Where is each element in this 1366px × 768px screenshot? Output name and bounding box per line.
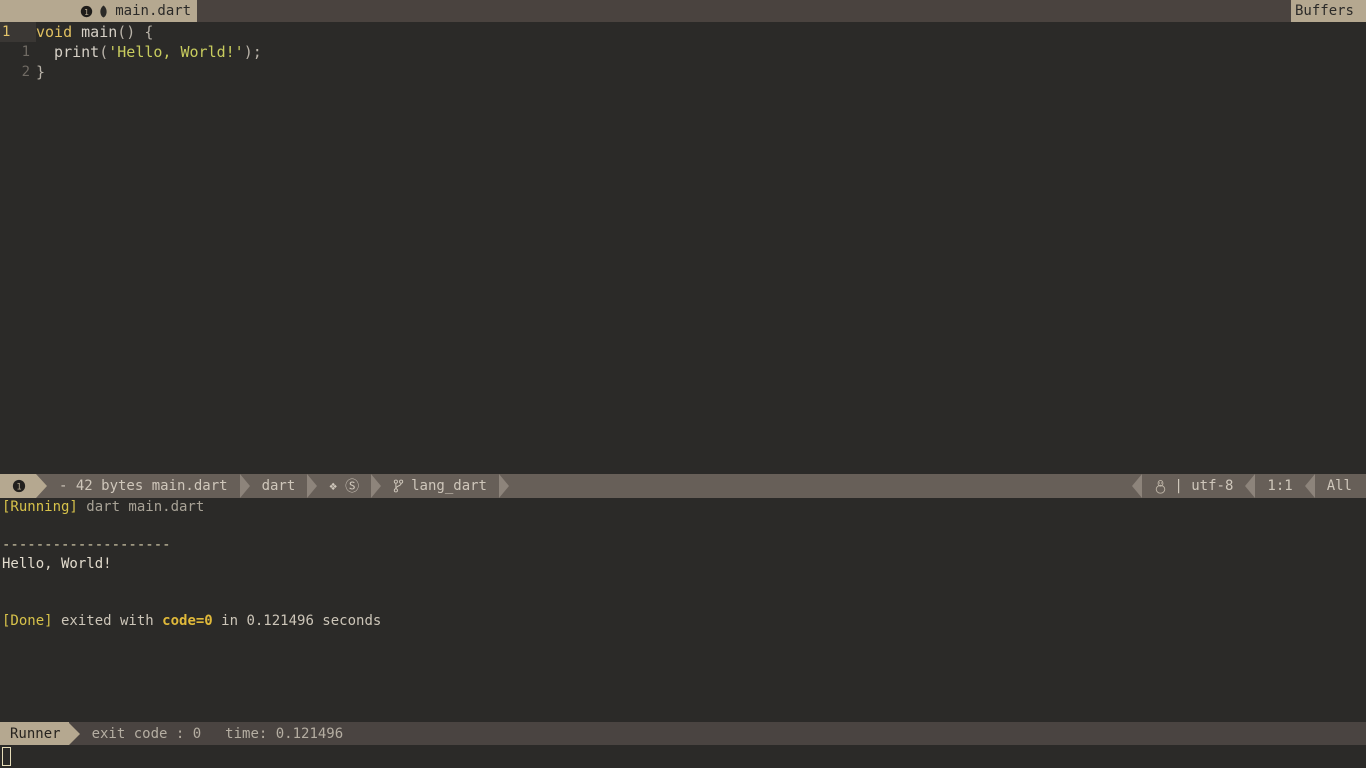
git-branch-label: lang_dart [411,478,487,494]
svg-text:1: 1 [16,483,21,493]
code-token: } [36,63,46,81]
terminal-span: Hello, World! [2,556,112,572]
runner-time: time: 0.121496 [225,725,344,742]
terminal-span: [Running] [2,499,78,515]
tab-main-dart[interactable]: 1 main.dart [0,0,198,22]
runner-tag: Runner [0,722,69,745]
status-sep-3 [307,474,318,498]
status-sep-8 [1304,474,1315,498]
tab-label: main.dart [115,3,192,19]
buffers-label: Buffers [1294,3,1354,19]
code-token: () { [117,23,154,41]
code-line[interactable]: 1 void main() { [0,22,1366,42]
code-token: void [36,23,73,41]
terminal-line: Hello, World! [0,555,1366,574]
terminal-span: [Done] [2,613,53,629]
status-line-left: 1 - 42 bytes main.dart dart ❖ Ⓢ lang_dar… [0,474,509,498]
code-token: ( [99,43,109,61]
terminal-span: dart main.dart [77,499,205,515]
svg-text:1: 1 [84,7,89,17]
tab-bar-right: Buffers [1280,0,1366,22]
line-number: 1 [0,22,36,42]
runner-tag-label: Runner [10,725,61,742]
terminal-line: [Done] exited with code=0 in 0.121496 se… [0,612,1366,631]
text-cursor [2,747,11,766]
runner-tag-separator [68,722,80,745]
terminal-line: [Running] dart main.dart [0,498,1366,517]
code-token: main [81,23,118,41]
status-line-right: | utf-8 1:1 All [1132,474,1366,498]
status-git-branch[interactable]: lang_dart [381,474,499,498]
code-line-text: print('Hello, World!'); [36,42,262,62]
circled-one-icon: 1 [81,5,93,18]
status-file-info: - 42 bytes main.dart [59,478,228,494]
tab-bar-left: 1 main.dart [0,0,208,22]
code-token: 'Hello, World!' [108,43,244,61]
terminal-lines: [Running] dart main.dart ----------------… [0,498,1366,631]
code-token: print [36,43,100,61]
linux-penguin-icon [1156,479,1166,494]
status-scroll-percent: All [1326,478,1352,494]
diamond-icon: ❖ [329,478,338,494]
code-line[interactable]: 1 print('Hello, World!'); [0,42,1366,62]
terminal-span: in 0.121496 seconds [212,613,382,629]
terminal-span: code=0 [162,613,213,629]
code-line-text: void main() { [36,22,153,42]
line-number: 1 [21,44,30,60]
terminal-output[interactable]: [Running] dart main.dart ----------------… [0,498,1366,722]
editor-window: 1 main.dart Buffers 1 void main() {1 prin… [0,0,1366,768]
runner-status-bar: Runner exit code : 0 time: 0.121496 [0,722,1366,745]
status-sep-4 [371,474,382,498]
buffers-button[interactable]: Buffers [1290,0,1366,22]
status-sep-5 [498,474,509,498]
code-editor[interactable]: 1 void main() {1 print('Hello, World!'); 2… [0,22,1366,474]
status-encoding-label: | utf-8 [1174,478,1234,494]
dart-glyph [100,5,107,17]
status-filetype: dart [261,478,296,494]
status-cursor-position: 1:1 [1267,478,1293,494]
status-encoding: | utf-8 [1142,474,1245,498]
status-diagnostics[interactable]: ❖ Ⓢ [317,474,371,498]
command-line[interactable] [0,745,1366,768]
code-line-text: } [36,62,45,82]
code-lines: 1 void main() {1 print('Hello, World!'); 2… [0,22,1366,82]
status-sep-6 [1132,474,1143,498]
code-line[interactable]: 2} [0,62,1366,82]
status-mode-indicator: 1 [0,474,36,498]
tab-bar: 1 main.dart Buffers [0,0,1366,22]
circled-s-icon: Ⓢ [345,479,360,495]
terminal-span: -------------------- [2,537,171,553]
status-sep-2 [239,474,250,498]
status-sep-1 [36,474,47,498]
status-sep-7 [1245,474,1256,498]
circled-one-icon: 1 [12,479,26,493]
git-branch-icon [393,479,404,493]
terminal-line: -------------------- [0,536,1366,555]
terminal-span: exited with [52,613,163,629]
dart-icon [98,5,109,18]
status-line: 1 - 42 bytes main.dart dart ❖ Ⓢ lang_dar… [0,474,1366,498]
line-number: 2 [21,64,30,80]
runner-exit-code: exit code : 0 [91,725,202,742]
code-token: ); [243,43,262,61]
